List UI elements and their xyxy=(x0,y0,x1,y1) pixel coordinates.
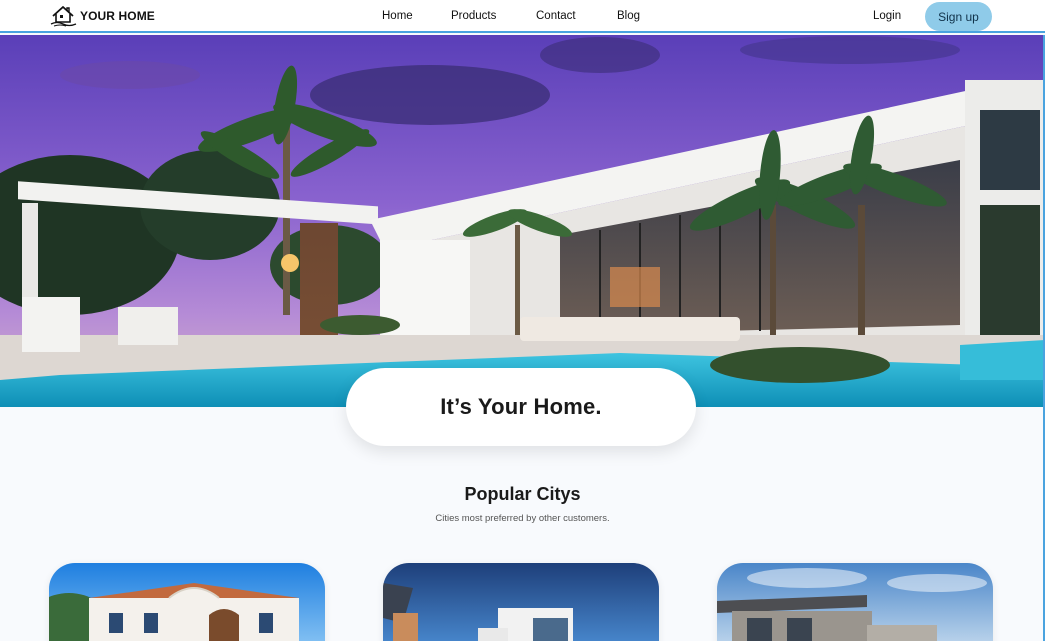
nav-link-home[interactable]: Home xyxy=(382,10,413,22)
hero-tagline: It’s Your Home. xyxy=(440,394,602,419)
nav-link-products[interactable]: Products xyxy=(451,10,496,22)
hero-tagline-card: It’s Your Home. xyxy=(346,368,696,446)
city-card-image xyxy=(49,563,325,641)
brand-logo[interactable]: YOUR HOME xyxy=(50,5,155,27)
login-link[interactable]: Login xyxy=(873,10,901,22)
brand-name: YOUR HOME xyxy=(80,9,155,23)
house-logo-icon xyxy=(50,5,78,27)
popular-cities-subtitle: Cities most preferred by other customers… xyxy=(435,513,610,524)
navbar: YOUR HOME Home Products Contact Blog Log… xyxy=(0,0,1045,33)
city-card-1[interactable] xyxy=(49,563,325,641)
hero-image xyxy=(0,35,1045,407)
nav-link-blog[interactable]: Blog xyxy=(617,10,640,22)
city-card-3[interactable] xyxy=(717,563,993,641)
city-card-image xyxy=(383,563,659,641)
city-card-image xyxy=(717,563,993,641)
signup-button[interactable]: Sign up xyxy=(925,2,992,31)
nav-link-contact[interactable]: Contact xyxy=(536,10,576,22)
city-card-2[interactable] xyxy=(383,563,659,641)
popular-cities-title: Popular Citys xyxy=(464,484,581,504)
